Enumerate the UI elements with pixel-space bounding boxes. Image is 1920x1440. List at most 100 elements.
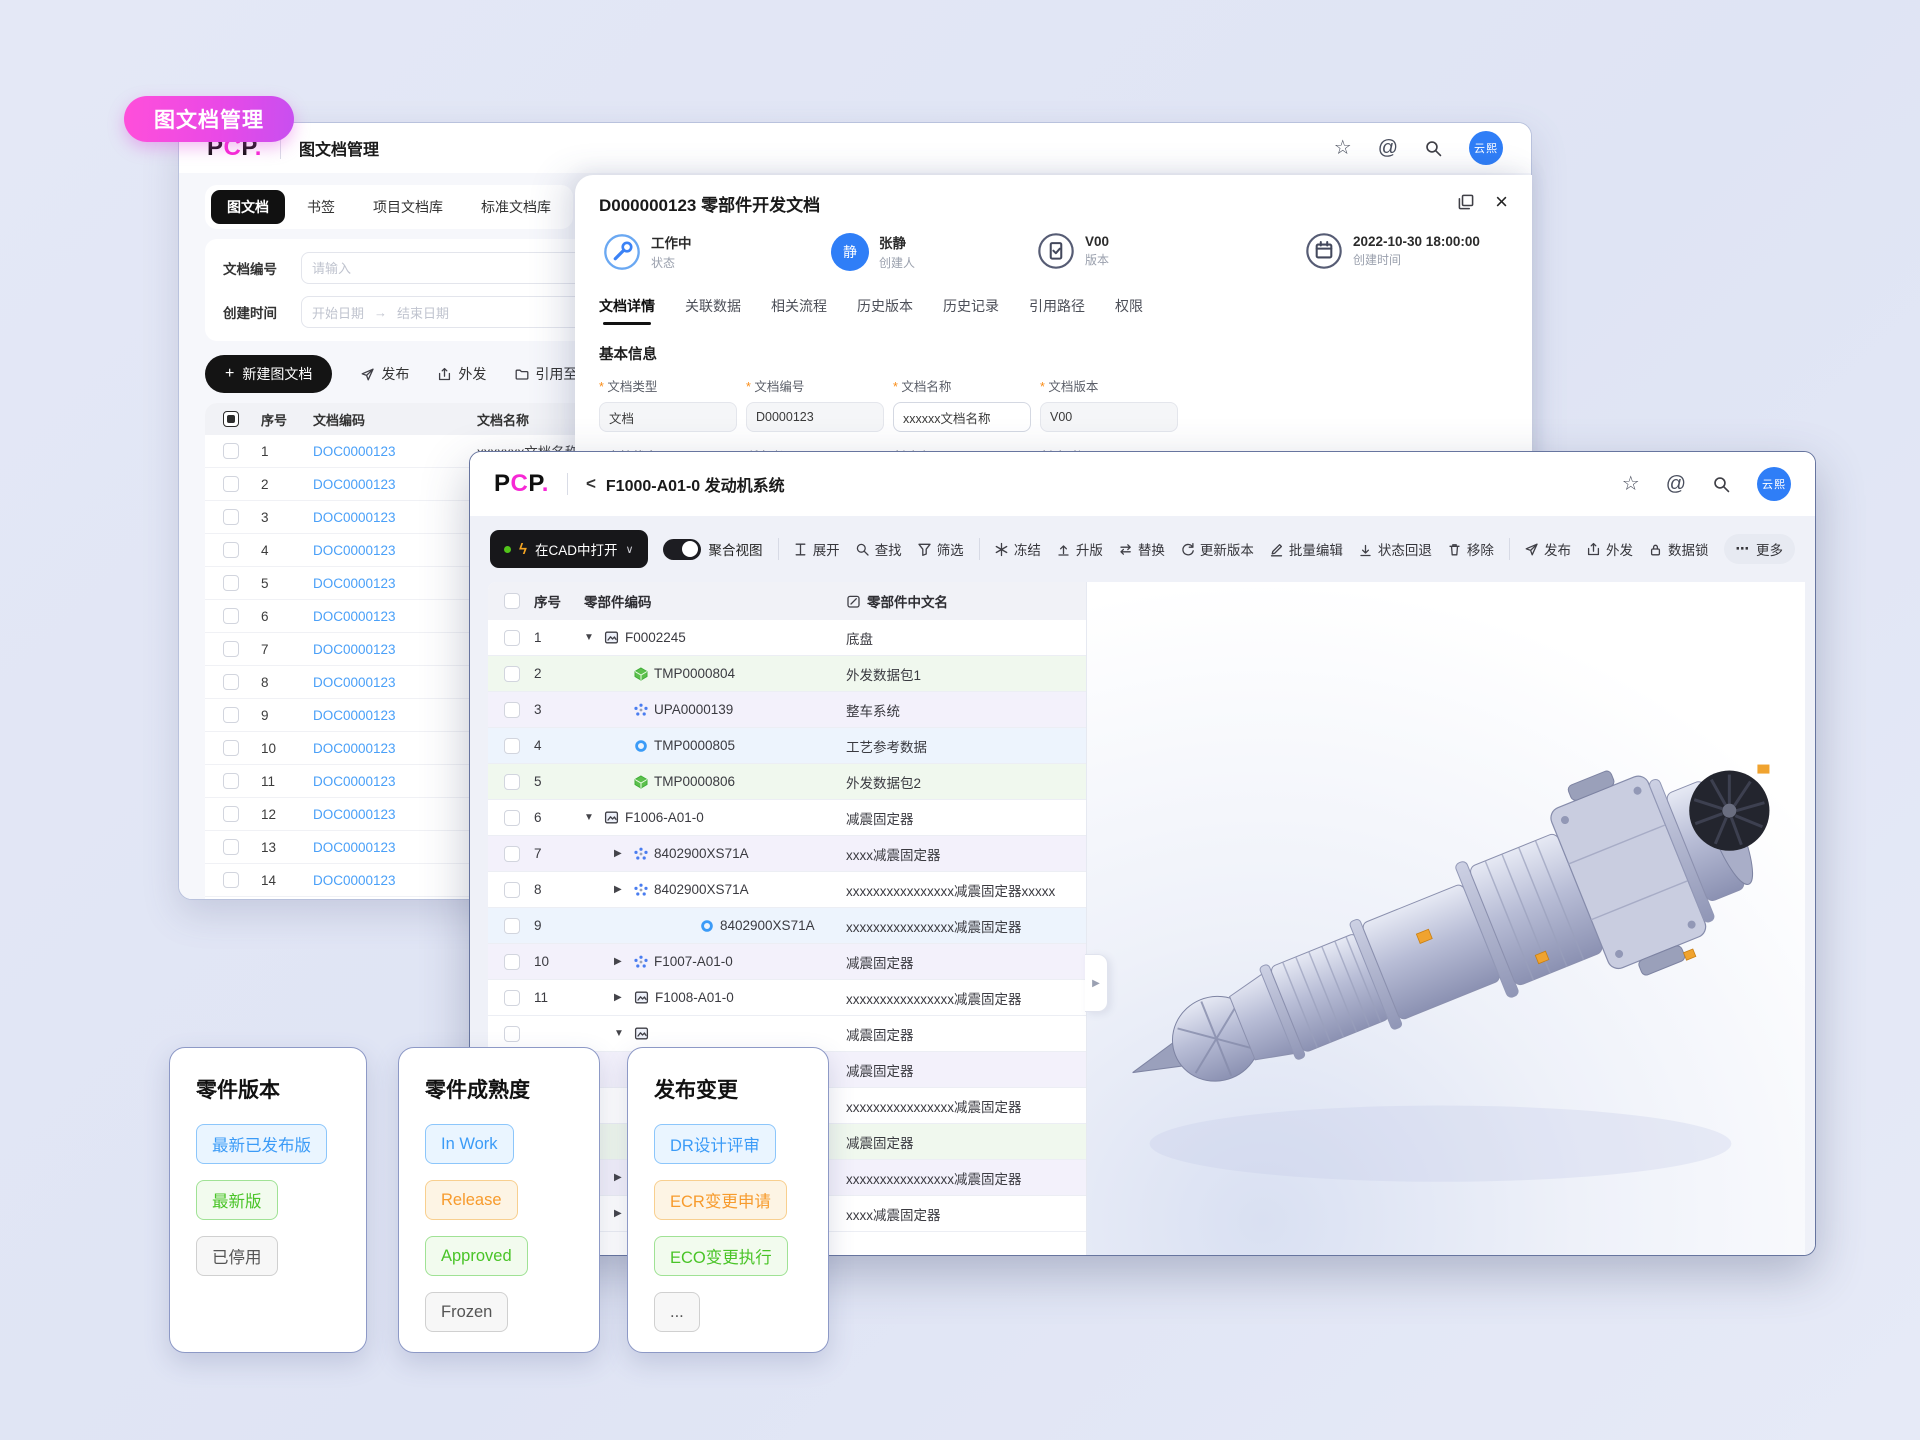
row-checkbox[interactable] xyxy=(223,509,239,525)
row-checkbox[interactable] xyxy=(504,774,520,790)
tab-permissions[interactable]: 权限 xyxy=(1115,296,1143,325)
freeze-button[interactable]: 冻结 xyxy=(994,539,1041,559)
tab-related-flow[interactable]: 相关流程 xyxy=(771,296,827,325)
tab-history-records[interactable]: 历史记录 xyxy=(943,296,999,325)
doc-code-link[interactable]: DOC0000123 xyxy=(313,477,477,492)
user-avatar[interactable]: 云熙 xyxy=(1469,131,1503,165)
side-panel-expand-handle[interactable]: ▶ xyxy=(1085,954,1108,1012)
mention-icon[interactable]: @ xyxy=(1378,138,1398,158)
bom-row[interactable]: 10 ▶ F1007-A01-0 减震固定器 xyxy=(488,944,1086,980)
doc-code-link[interactable]: DOC0000123 xyxy=(313,741,477,756)
bom-row[interactable]: 8 ▶ 8402900XS71A xxxxxxxxxxxxxxxx减震固定器xx… xyxy=(488,872,1086,908)
export-button[interactable]: 外发 xyxy=(1586,539,1633,559)
tab-drawings[interactable]: 图文档 xyxy=(211,190,285,224)
doc-code-link[interactable]: DOC0000123 xyxy=(313,807,477,822)
remove-button[interactable]: 移除 xyxy=(1447,539,1494,559)
batch-edit-button[interactable]: 批量编辑 xyxy=(1269,539,1343,559)
row-checkbox[interactable] xyxy=(223,839,239,855)
row-checkbox[interactable] xyxy=(504,918,520,934)
caret-right-icon[interactable]: ▶ xyxy=(614,956,628,967)
tab-doc-details[interactable]: 文档详情 xyxy=(599,296,655,325)
row-checkbox[interactable] xyxy=(223,476,239,492)
select-all-checkbox[interactable] xyxy=(223,411,239,427)
caret-right-icon[interactable]: ▶ xyxy=(614,884,628,895)
row-checkbox[interactable] xyxy=(504,990,520,1006)
doc-code-link[interactable]: DOC0000123 xyxy=(313,510,477,525)
row-checkbox[interactable] xyxy=(223,872,239,888)
row-checkbox[interactable] xyxy=(504,882,520,898)
doc-code-link[interactable]: DOC0000123 xyxy=(313,609,477,624)
aggregate-view-toggle[interactable]: 聚合视图 xyxy=(663,539,763,560)
row-checkbox[interactable] xyxy=(504,1026,520,1042)
doc-code-link[interactable]: DOC0000123 xyxy=(313,774,477,789)
doc-code-link[interactable]: DOC0000123 xyxy=(313,642,477,657)
tab-bookmarks[interactable]: 书签 xyxy=(291,190,351,224)
row-checkbox[interactable] xyxy=(504,666,520,682)
find-button[interactable]: 查找 xyxy=(855,539,902,559)
caret-down-icon[interactable]: ▼ xyxy=(584,632,598,643)
row-checkbox[interactable] xyxy=(223,740,239,756)
edit-column-icon[interactable] xyxy=(846,594,861,609)
row-checkbox[interactable] xyxy=(504,954,520,970)
expand-button[interactable]: 展开 xyxy=(793,539,840,559)
mention-icon[interactable]: @ xyxy=(1666,474,1686,494)
bom-row[interactable]: 7 ▶ 8402900XS71A xxxx减震固定器 xyxy=(488,836,1086,872)
caret-down-icon[interactable]: ▼ xyxy=(584,812,598,823)
bom-row[interactable]: 2 ▶ TMP0000804 外发数据包1 xyxy=(488,656,1086,692)
cad-3d-viewport[interactable] xyxy=(1086,582,1805,1255)
doc-code-link[interactable]: DOC0000123 xyxy=(313,444,477,459)
favorite-star-icon[interactable]: ☆ xyxy=(1334,138,1352,158)
bom-row[interactable]: 5 ▶ TMP0000806 外发数据包2 xyxy=(488,764,1086,800)
caret-right-icon[interactable]: ▶ xyxy=(614,848,628,859)
bom-row[interactable]: 3 ▶ UPA0000139 整车系统 xyxy=(488,692,1086,728)
row-checkbox[interactable] xyxy=(223,773,239,789)
replace-button[interactable]: 替换 xyxy=(1118,539,1165,559)
caret-down-icon[interactable]: ▼ xyxy=(614,1028,628,1039)
search-icon[interactable] xyxy=(1424,139,1443,158)
row-checkbox[interactable] xyxy=(223,674,239,690)
more-button[interactable]: ⋯更多 xyxy=(1724,534,1796,564)
bom-row[interactable]: 4 ▶ TMP0000805 工艺参考数据 xyxy=(488,728,1086,764)
bom-row[interactable]: 9 8402900XS71A xxxxxxxxxxxxxxxx减震固定器 xyxy=(488,908,1086,944)
bom-row[interactable]: 1 ▼ F0002245 底盘 xyxy=(488,620,1086,656)
doc-code-link[interactable]: DOC0000123 xyxy=(313,576,477,591)
row-checkbox[interactable] xyxy=(223,542,239,558)
close-icon[interactable]: × xyxy=(1495,191,1508,213)
doc-code-link[interactable]: DOC0000123 xyxy=(313,873,477,888)
row-checkbox[interactable] xyxy=(223,707,239,723)
favorite-star-icon[interactable]: ☆ xyxy=(1622,474,1640,494)
caret-right-icon[interactable]: ▶ xyxy=(614,992,628,1003)
toggle-switch[interactable] xyxy=(663,539,701,560)
maximize-icon[interactable] xyxy=(1457,193,1475,211)
row-checkbox[interactable] xyxy=(504,738,520,754)
select-all-checkbox[interactable] xyxy=(504,593,520,609)
tab-project-library[interactable]: 项目文档库 xyxy=(357,190,459,224)
row-checkbox[interactable] xyxy=(223,575,239,591)
search-icon[interactable] xyxy=(1712,475,1731,494)
bom-row[interactable]: 11 ▶ F1008-A01-0 xxxxxxxxxxxxxxxx减震固定器 xyxy=(488,980,1086,1016)
doc-code-link[interactable]: DOC0000123 xyxy=(313,675,477,690)
upgrade-version-button[interactable]: 升版 xyxy=(1056,539,1103,559)
tab-standard-library[interactable]: 标准文档库 xyxy=(465,190,567,224)
caret-right-icon[interactable]: ▶ xyxy=(614,1208,628,1219)
publish-button[interactable]: 发布 xyxy=(360,364,409,384)
doc-code-link[interactable]: DOC0000123 xyxy=(313,708,477,723)
row-checkbox[interactable] xyxy=(223,443,239,459)
row-checkbox[interactable] xyxy=(504,702,520,718)
open-in-cad-button[interactable]: ϟ 在CAD中打开 ∨ xyxy=(490,530,648,568)
status-rollback-button[interactable]: 状态回退 xyxy=(1358,539,1432,559)
row-checkbox[interactable] xyxy=(504,630,520,646)
bom-row[interactable]: 6 ▼ F1006-A01-0 减震固定器 xyxy=(488,800,1086,836)
tab-reference-path[interactable]: 引用路径 xyxy=(1029,296,1085,325)
export-button[interactable]: 外发 xyxy=(437,364,486,384)
row-checkbox[interactable] xyxy=(223,608,239,624)
update-version-button[interactable]: 更新版本 xyxy=(1180,539,1254,559)
doc-name-field[interactable]: xxxxxx文档名称 xyxy=(893,402,1031,432)
back-chevron-icon[interactable]: < xyxy=(586,474,596,494)
publish-button[interactable]: 发布 xyxy=(1524,539,1571,559)
doc-code-link[interactable]: DOC0000123 xyxy=(313,543,477,558)
doc-no-input[interactable] xyxy=(301,252,601,284)
row-checkbox[interactable] xyxy=(223,806,239,822)
row-checkbox[interactable] xyxy=(504,810,520,826)
filter-button[interactable]: 筛选 xyxy=(917,539,964,559)
